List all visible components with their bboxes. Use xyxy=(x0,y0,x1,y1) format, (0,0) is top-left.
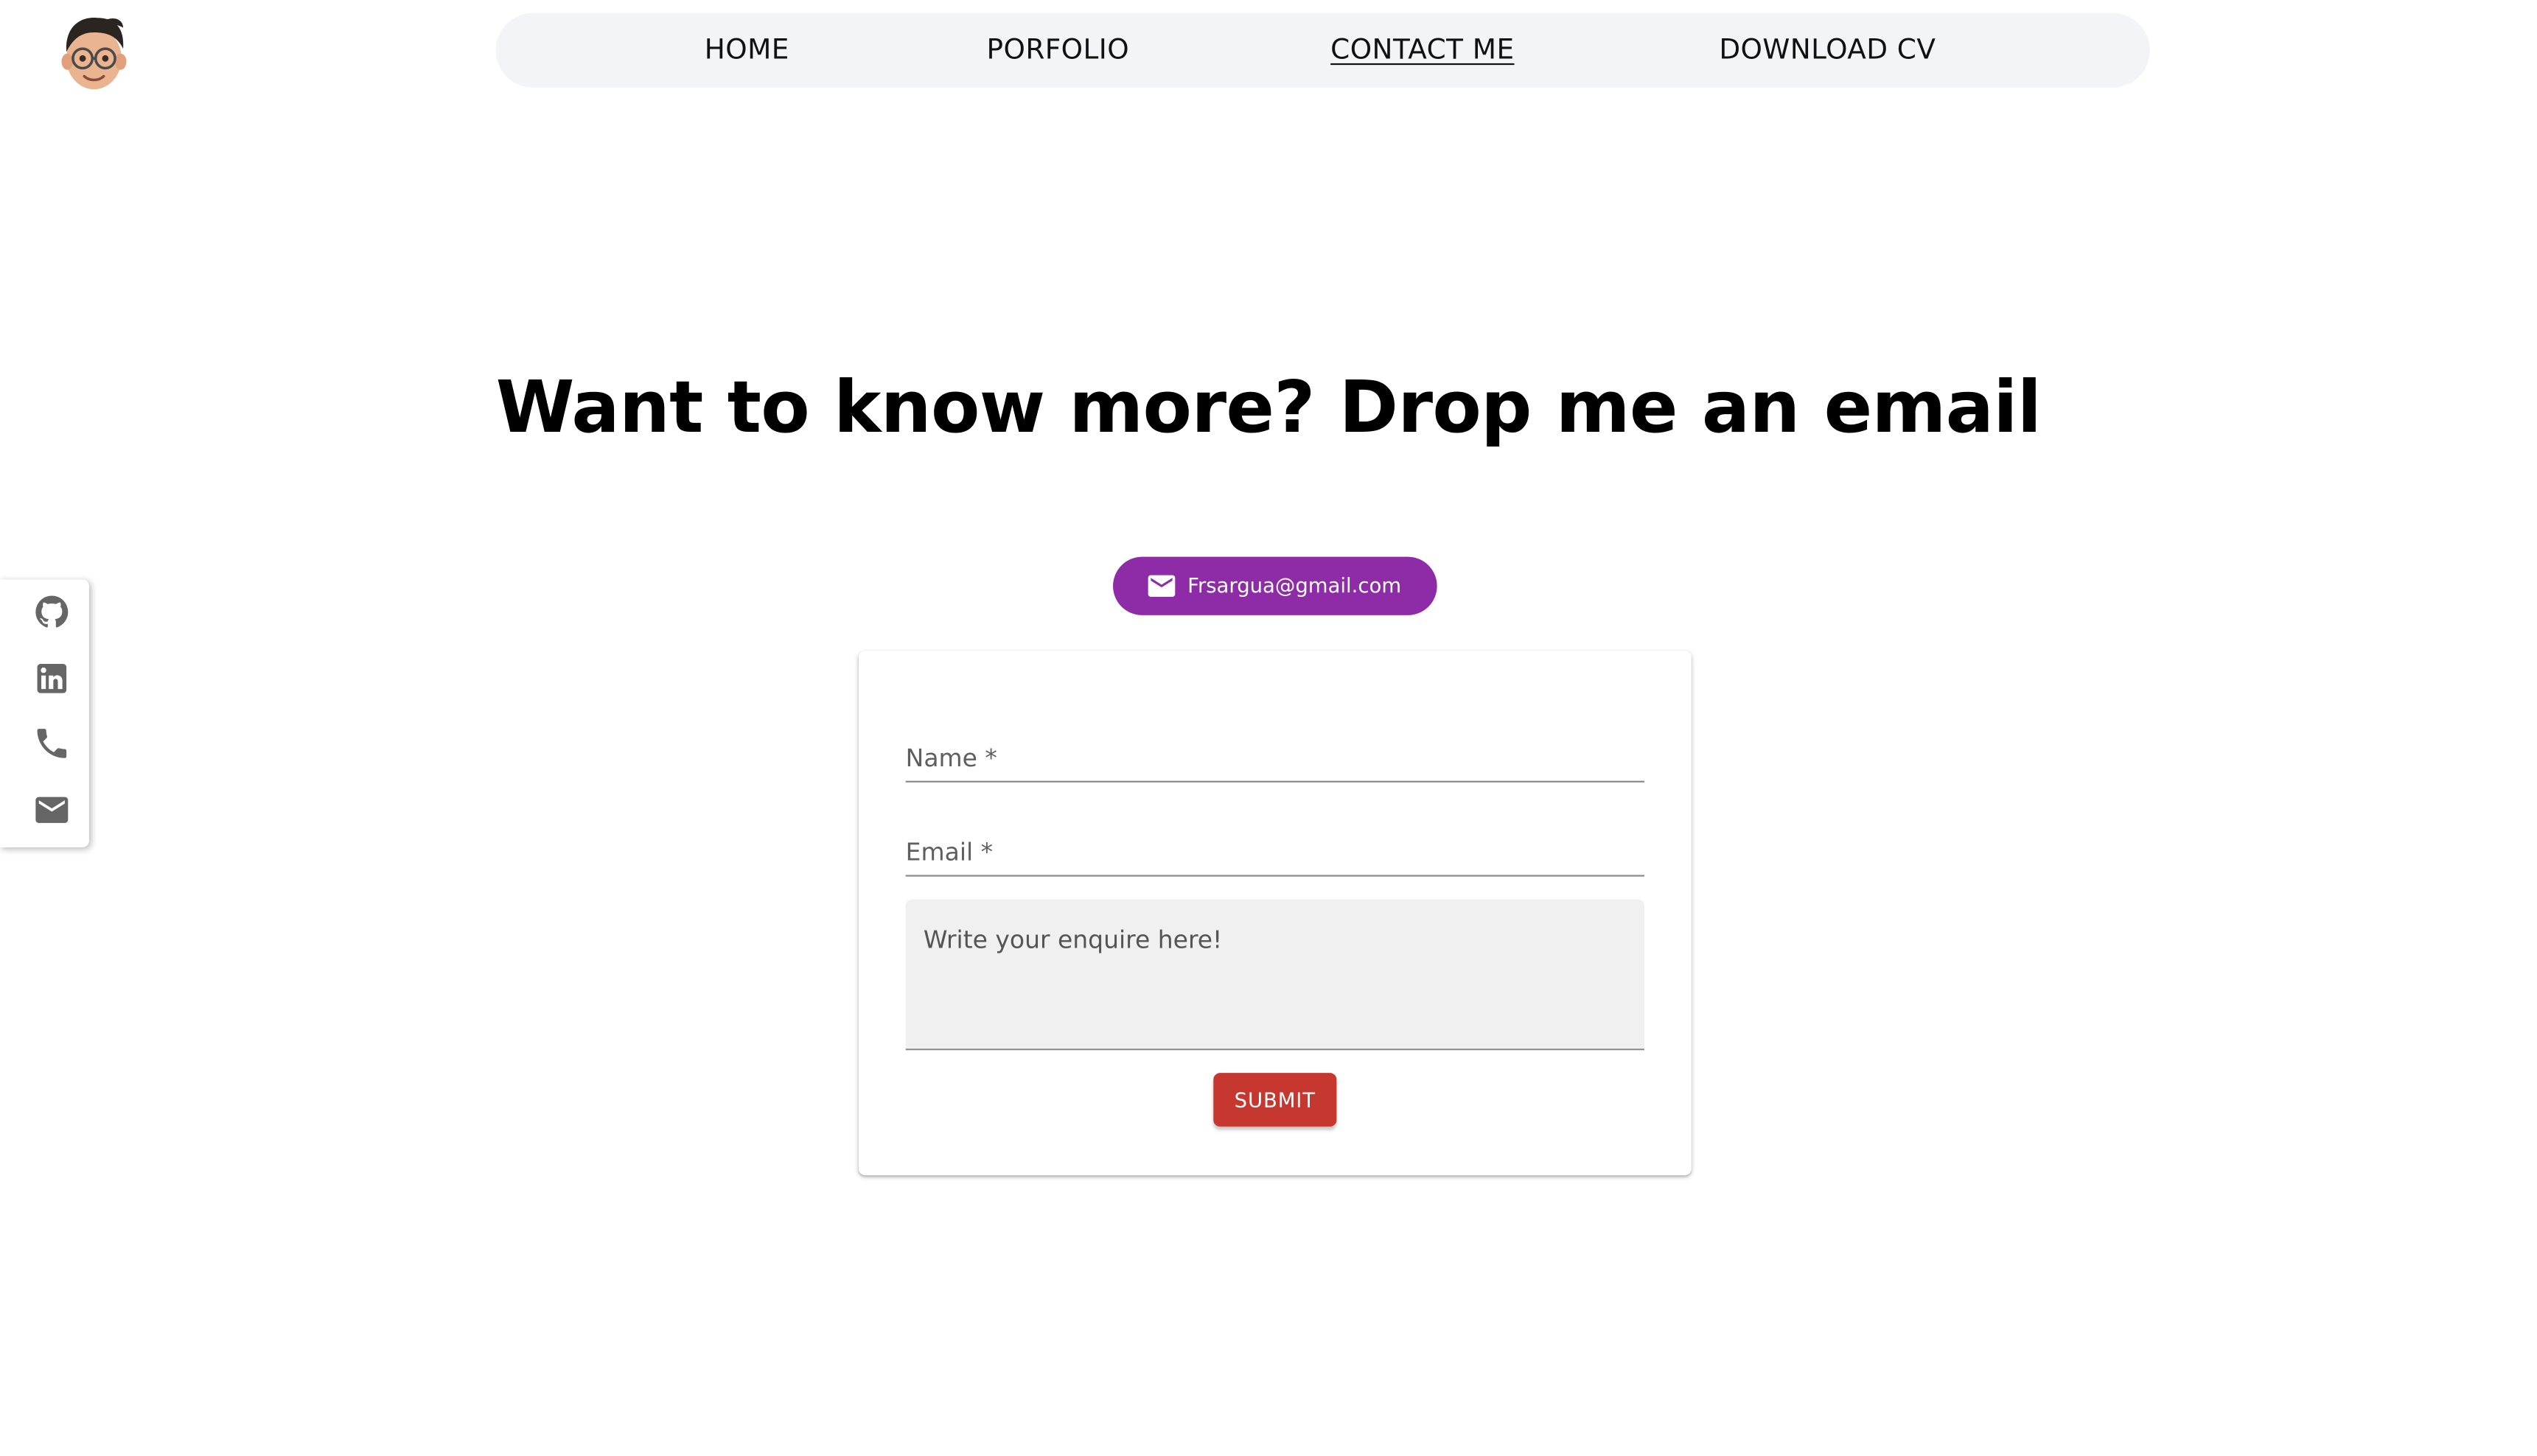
page: HOME PORFOLIO CONTACT ME DOWNLOAD CV Wan… xyxy=(0,0,2537,1456)
nav-home[interactable]: HOME xyxy=(705,13,789,88)
name-field-label: Name * xyxy=(905,743,997,773)
name-field[interactable]: Name * xyxy=(905,722,1644,783)
email-field-label: Email * xyxy=(905,837,994,867)
page-title: Want to know more? Drop me an email xyxy=(495,366,2042,450)
memoji-avatar-icon[interactable] xyxy=(58,13,130,94)
top-navigation: HOME PORFOLIO CONTACT ME DOWNLOAD CV xyxy=(495,13,2150,88)
message-placeholder: Write your enquire here! xyxy=(923,925,1223,955)
submit-button[interactable]: SUBMIT xyxy=(1213,1073,1337,1127)
social-links-rail xyxy=(0,579,89,847)
message-textarea[interactable]: Write your enquire here! xyxy=(905,899,1644,1051)
mail-icon[interactable] xyxy=(32,791,71,830)
email-chip-button[interactable]: Frsargua@gmail.com xyxy=(1113,556,1437,615)
email-address: Frsargua@gmail.com xyxy=(1187,573,1402,598)
contact-form-card: Name * Email * Write your enquire here! … xyxy=(858,651,1692,1175)
nav-download-cv[interactable]: DOWNLOAD CV xyxy=(1719,13,1936,88)
phone-icon[interactable] xyxy=(32,724,71,763)
mail-icon xyxy=(1145,570,1178,602)
github-icon[interactable] xyxy=(32,592,71,631)
nav-contact-me[interactable]: CONTACT ME xyxy=(1330,13,1514,88)
linkedin-icon[interactable] xyxy=(32,659,71,698)
nav-portfolio[interactable]: PORFOLIO xyxy=(986,13,1129,88)
email-field[interactable]: Email * xyxy=(905,816,1644,877)
